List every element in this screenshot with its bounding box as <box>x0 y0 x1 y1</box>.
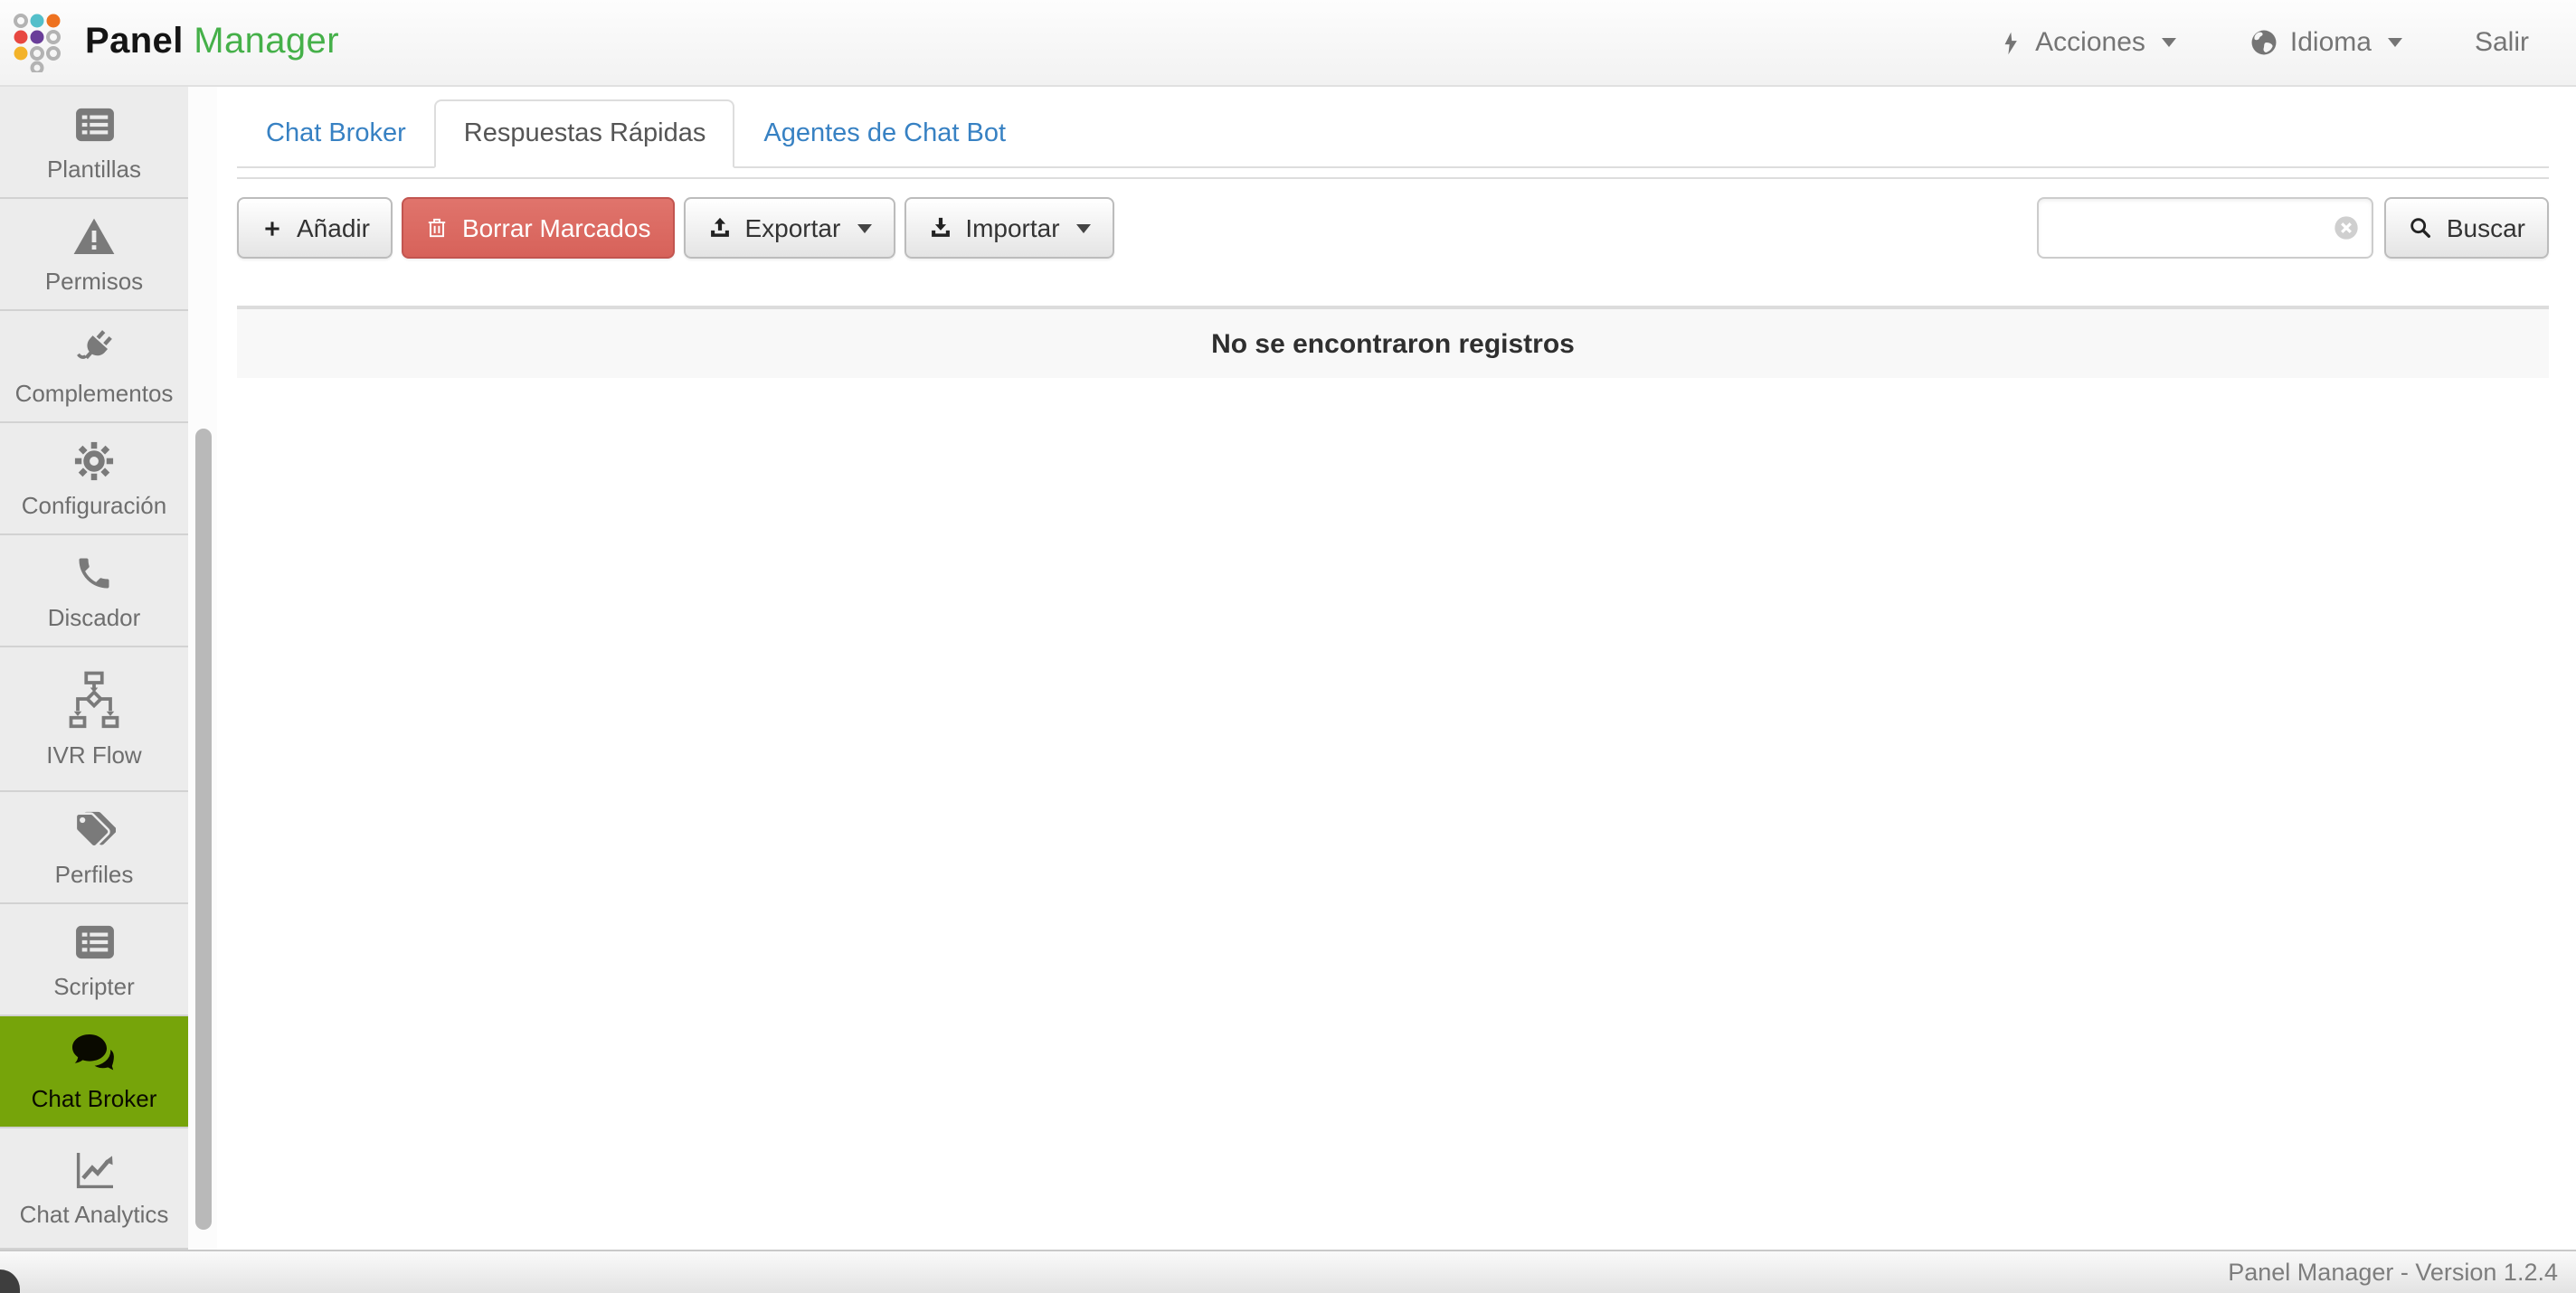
main-content: Chat Broker Respuestas Rápidas Agentes d… <box>217 87 2576 378</box>
tags-icon <box>72 807 116 851</box>
sidebar-item-label: IVR Flow <box>46 741 141 768</box>
add-button[interactable]: Añadir <box>237 197 393 259</box>
sidebar-item-label: Plantillas <box>47 155 141 182</box>
chevron-down-icon <box>1076 223 1091 232</box>
sidebar-item-discador[interactable]: Discador <box>0 535 188 647</box>
empty-results-row: No se encontraron registros <box>237 306 2549 378</box>
brand[interactable]: Panel Manager <box>13 13 339 72</box>
clear-search-icon[interactable] <box>2333 213 2362 251</box>
content-divider <box>237 177 2549 179</box>
warning-triangle-icon <box>72 214 116 258</box>
gear-icon <box>74 439 114 482</box>
footer-bar: Panel Manager - Version 1.2.4 <box>0 1250 2576 1293</box>
logout-link[interactable]: Salir <box>2475 27 2529 58</box>
sidebar-item-label: Configuración <box>22 491 166 518</box>
sidebar-item-label: Perfiles <box>55 860 134 887</box>
toolbar: Añadir Borrar Marcados Exportar Importar <box>237 197 2549 259</box>
search-icon <box>2409 215 2434 241</box>
sidebar-item-scripter[interactable]: Scripter <box>0 904 188 1016</box>
line-chart-icon <box>71 1148 117 1192</box>
sidebar-scrollbar-thumb[interactable] <box>195 429 212 1230</box>
globe-icon <box>2249 27 2279 58</box>
upload-icon <box>706 215 732 241</box>
phone-icon <box>74 551 114 594</box>
download-icon <box>927 215 952 241</box>
list-card-icon <box>73 102 115 146</box>
empty-results-message: No se encontraron registros <box>1211 328 1575 359</box>
plus-icon <box>260 216 284 240</box>
app-title: Panel Manager <box>85 22 339 63</box>
chevron-down-icon <box>2388 38 2402 47</box>
top-navbar: Panel Manager Acciones Idioma Salir <box>0 0 2576 87</box>
plug-icon <box>73 326 115 370</box>
navbar-menu: Acciones Idioma Salir <box>1999 27 2529 58</box>
search-group: Buscar <box>2038 197 2549 259</box>
chevron-down-icon <box>857 223 871 232</box>
version-text: Panel Manager - Version 1.2.4 <box>2228 1259 2558 1286</box>
sidebar-item-label: Scripter <box>53 972 135 999</box>
language-menu[interactable]: Idioma <box>2249 27 2402 58</box>
sidebar-item-label: Chat Broker <box>32 1084 157 1111</box>
trash-icon <box>426 215 450 241</box>
lightning-icon <box>1999 28 2024 57</box>
list-card-icon <box>73 920 115 963</box>
sidebar-item-label: Discador <box>48 603 141 630</box>
sidebar-item-label: Permisos <box>45 267 143 294</box>
dots-logo-icon <box>13 13 69 72</box>
sidebar-item-ivr-flow[interactable]: IVR Flow <box>0 647 188 792</box>
sidebar-item-complementos[interactable]: Complementos <box>0 311 188 423</box>
search-button[interactable]: Buscar <box>2385 197 2549 259</box>
tab-agentes-de-chat-bot[interactable]: Agentes de Chat Bot <box>734 99 1035 168</box>
tab-bar: Chat Broker Respuestas Rápidas Agentes d… <box>237 99 2549 168</box>
app-root: Panel Manager Acciones Idioma Salir <box>0 0 2576 1293</box>
sidebar-item-chat-broker[interactable]: Chat Broker <box>0 1016 188 1128</box>
sidebar-scrollbar-track[interactable] <box>188 87 217 1250</box>
flowchart-icon <box>67 670 121 731</box>
tab-respuestas-rapidas[interactable]: Respuestas Rápidas <box>435 99 735 168</box>
export-button[interactable]: Exportar <box>683 197 895 259</box>
sidebar-nav: Plantillas Permisos Complementos Configu… <box>0 87 188 1250</box>
chevron-down-icon <box>2162 38 2176 47</box>
chat-bubbles-icon <box>71 1032 118 1075</box>
sidebar-item-label: Chat Analytics <box>20 1201 169 1228</box>
sidebar-item-configuracion[interactable]: Configuración <box>0 423 188 535</box>
sidebar-item-perfiles[interactable]: Perfiles <box>0 792 188 904</box>
tab-chat-broker[interactable]: Chat Broker <box>237 99 435 168</box>
delete-marked-button[interactable]: Borrar Marcados <box>402 197 675 259</box>
sidebar-item-label: Complementos <box>15 379 174 406</box>
sidebar-item-plantillas[interactable]: Plantillas <box>0 87 188 199</box>
actions-menu[interactable]: Acciones <box>1999 27 2176 58</box>
search-input[interactable] <box>2038 197 2374 259</box>
sidebar-item-chat-analytics[interactable]: Chat Analytics <box>0 1128 188 1250</box>
import-button[interactable]: Importar <box>904 197 1113 259</box>
sidebar-item-permisos[interactable]: Permisos <box>0 199 188 311</box>
